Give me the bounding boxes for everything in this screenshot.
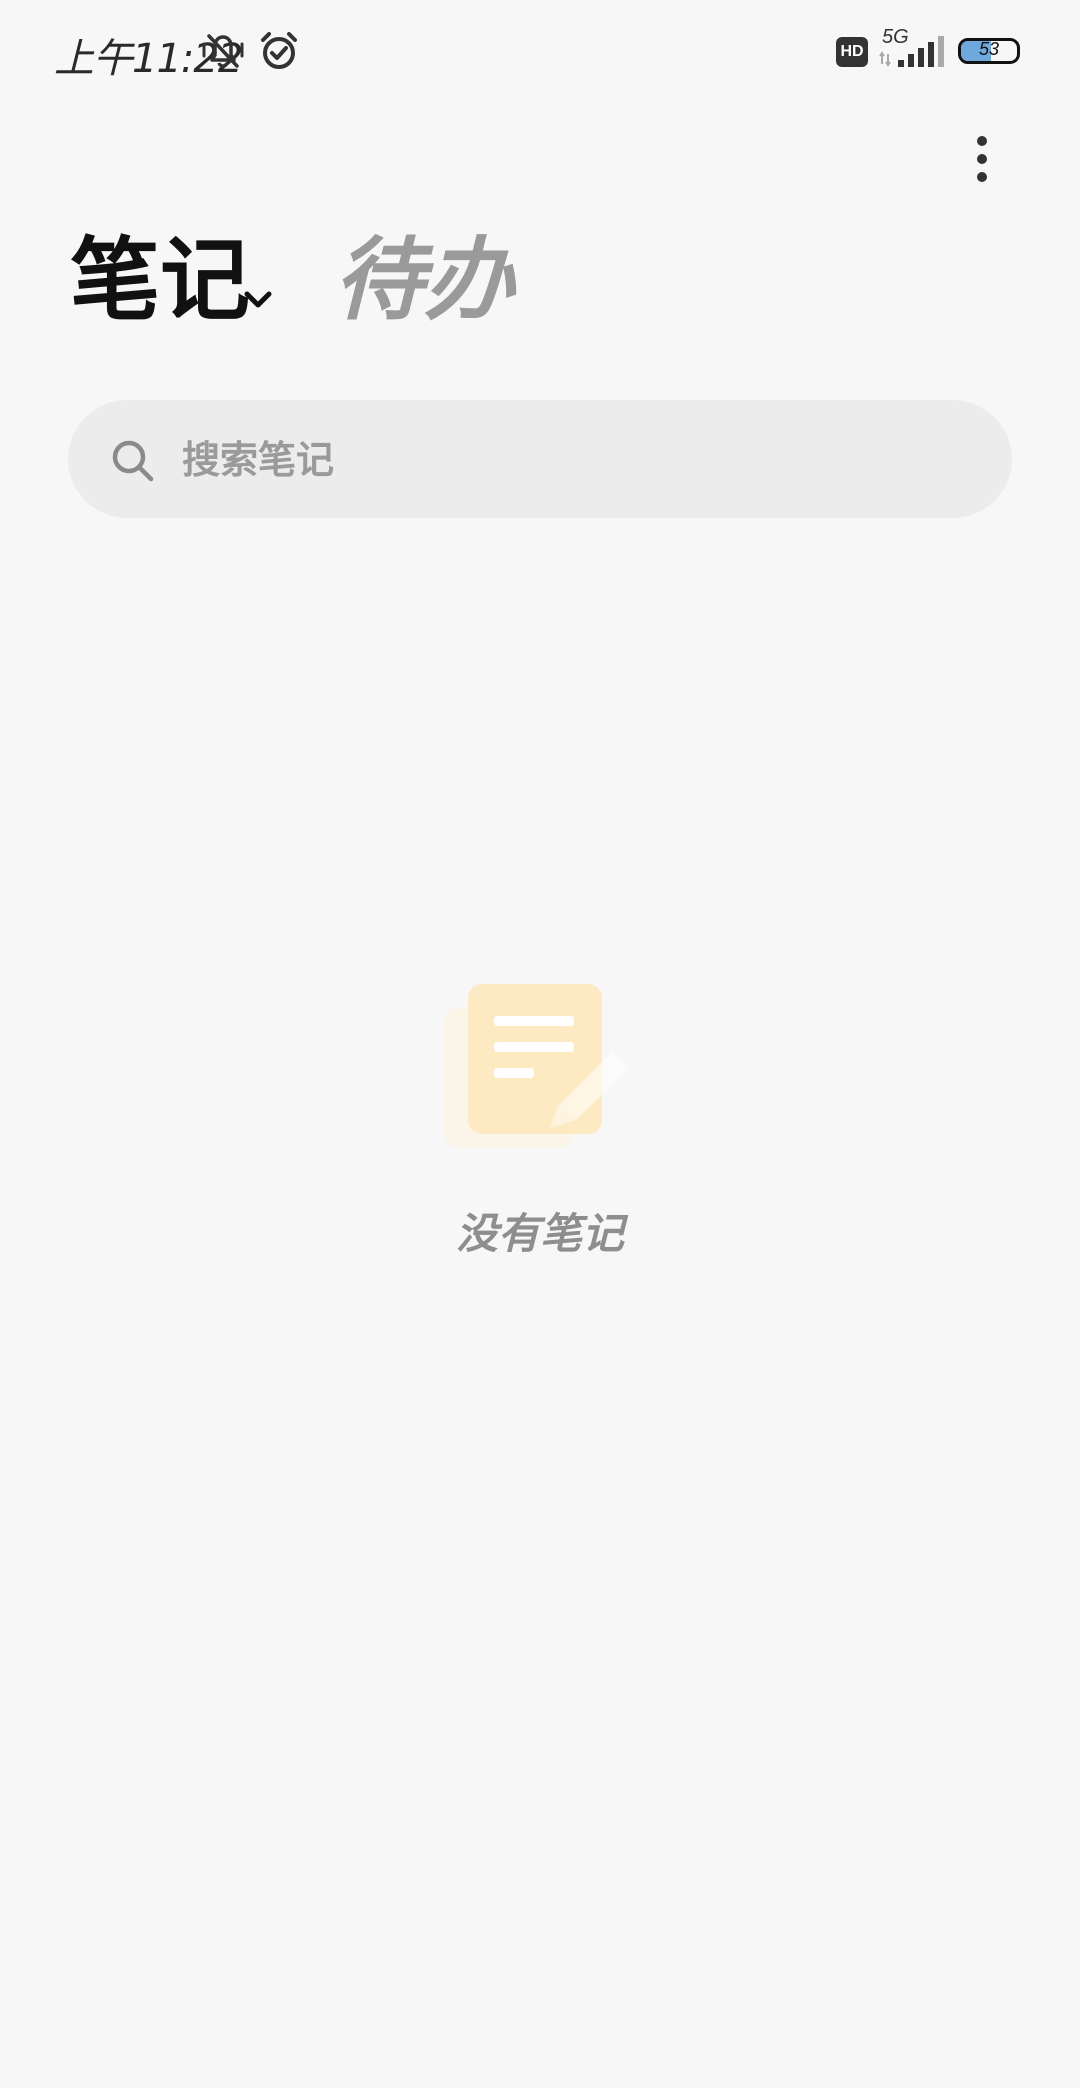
search-bar[interactable] bbox=[68, 400, 1012, 518]
note-pencil-icon bbox=[444, 984, 630, 1148]
empty-state-message: 没有笔记 bbox=[455, 1209, 624, 1258]
tab-todo[interactable]: 待办 bbox=[334, 236, 514, 326]
more-vertical-icon-dot-2 bbox=[977, 154, 987, 164]
hd-icon: HD bbox=[836, 37, 868, 67]
chevron-down-icon[interactable] bbox=[242, 288, 274, 312]
status-bar: 上午11:22 HD 5G 53 bbox=[0, 0, 1080, 104]
tab-notes[interactable]: 笔记 bbox=[70, 236, 250, 326]
signal-icon bbox=[879, 36, 944, 67]
battery-level: 53 bbox=[978, 39, 1000, 59]
notes-app-screen: 上午11:22 HD 5G 53 笔记 待办 搜索笔记 没有笔记 bbox=[0, 0, 1080, 2088]
more-vertical-icon-dot-3 bbox=[977, 172, 987, 182]
more-vertical-icon bbox=[977, 136, 987, 146]
battery-icon: 53 bbox=[958, 38, 1020, 64]
search-input[interactable] bbox=[180, 424, 964, 496]
mute-icon bbox=[202, 34, 244, 68]
search-icon bbox=[112, 440, 154, 482]
alarm-icon bbox=[261, 32, 297, 69]
more-options-button[interactable] bbox=[960, 126, 1004, 192]
